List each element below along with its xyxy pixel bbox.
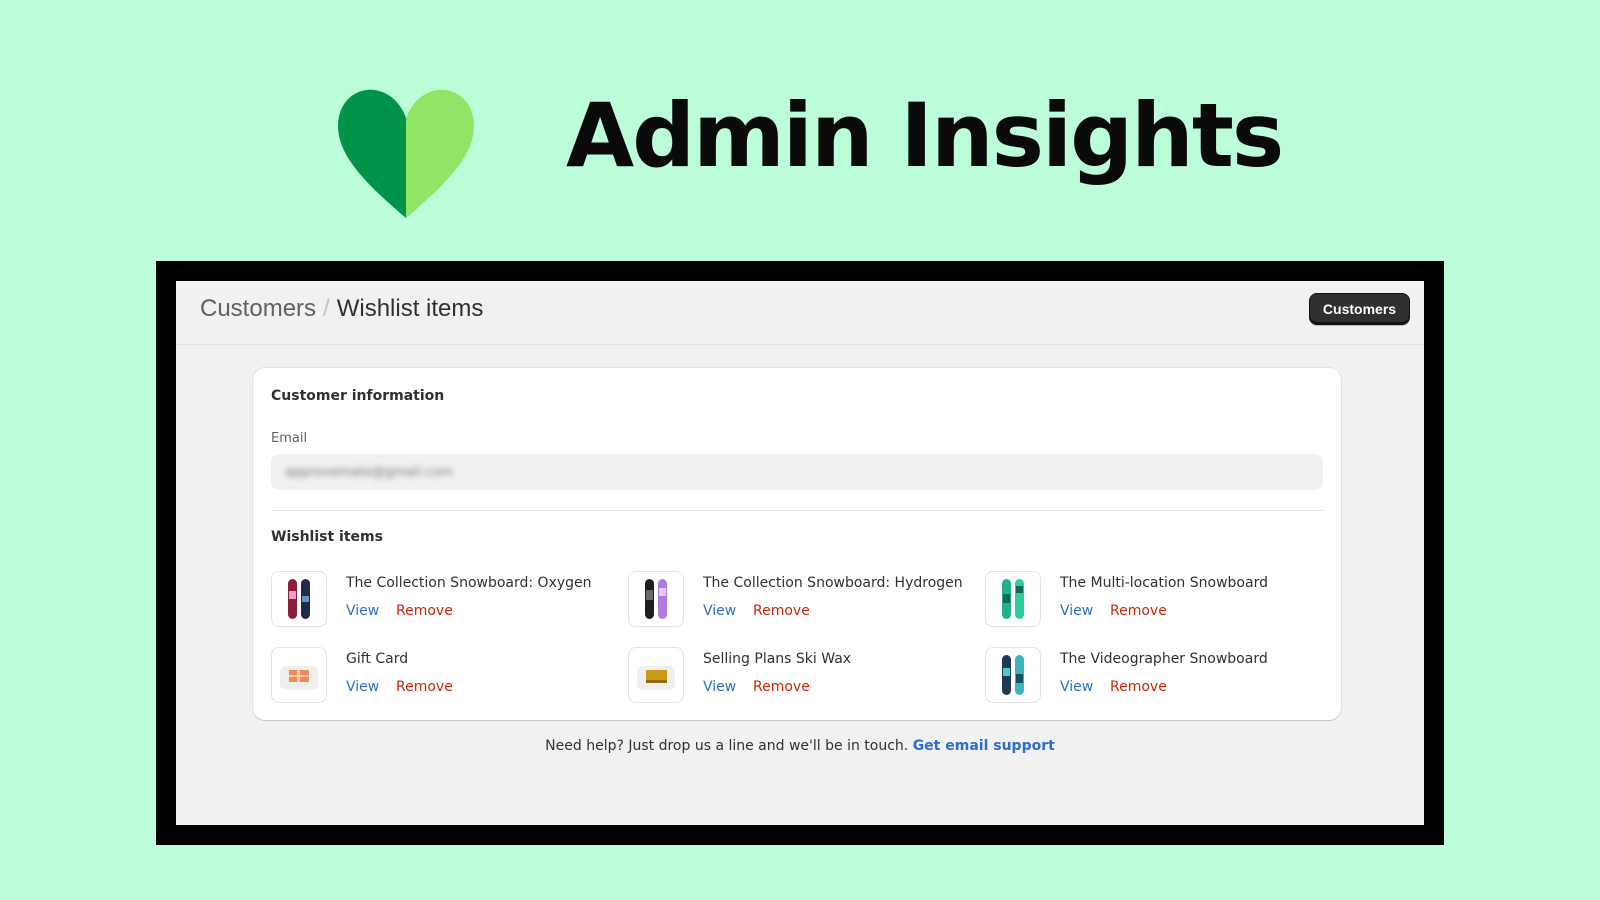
brand-title: Admin Insights	[566, 84, 1284, 187]
heart-icon	[338, 89, 474, 218]
wishlist-item: Selling Plans Ski Wax View Remove	[628, 647, 968, 705]
snowboard-icon	[628, 571, 684, 627]
view-link[interactable]: View	[1060, 679, 1093, 695]
view-link[interactable]: View	[703, 679, 736, 695]
view-link[interactable]: View	[1060, 603, 1093, 619]
remove-link[interactable]: Remove	[753, 603, 810, 619]
snowboard-icon	[985, 571, 1041, 627]
wishlist-item-name: The Collection Snowboard: Hydrogen	[703, 575, 963, 591]
customer-card: Customer information Email approvemate@g…	[253, 368, 1341, 720]
email-support-link[interactable]: Get email support	[913, 738, 1055, 754]
breadcrumb: Customers / Wishlist items	[200, 295, 483, 323]
breadcrumb-separator: /	[323, 295, 330, 322]
wishlist-grid: The Collection Snowboard: Oxygen View Re…	[271, 571, 1331, 711]
screenshot-frame: Customers / Wishlist items Customers Custo…	[156, 261, 1444, 845]
email-value: approvemate@gmail.com	[285, 464, 453, 480]
wishlist-item-name: Gift Card	[346, 651, 409, 667]
help-text: Need help? Just drop us a line and we'll…	[545, 738, 909, 754]
remove-link[interactable]: Remove	[1110, 679, 1167, 695]
remove-link[interactable]: Remove	[753, 679, 810, 695]
remove-link[interactable]: Remove	[1110, 603, 1167, 619]
wishlist-item-name: The Multi-location Snowboard	[1060, 575, 1268, 591]
wishlist-item: The Collection Snowboard: Hydrogen View …	[628, 571, 968, 629]
view-link[interactable]: View	[346, 679, 379, 695]
remove-link[interactable]: Remove	[396, 679, 453, 695]
email-label: Email	[271, 431, 308, 446]
wishlist-item-name: The Videographer Snowboard	[1060, 651, 1268, 667]
help-footer: Need help? Just drop us a line and we'll…	[176, 738, 1424, 754]
view-link[interactable]: View	[703, 603, 736, 619]
wishlist-items-heading: Wishlist items	[271, 529, 383, 545]
ski-wax-icon	[628, 647, 684, 703]
breadcrumb-customers-link[interactable]: Customers	[200, 295, 316, 322]
customer-information-heading: Customer information	[271, 388, 445, 404]
gift-card-icon	[271, 647, 327, 703]
snowboard-icon	[271, 571, 327, 627]
remove-link[interactable]: Remove	[396, 603, 453, 619]
wishlist-item: The Multi-location Snowboard View Remove	[985, 571, 1325, 629]
page-title: Wishlist items	[336, 295, 484, 322]
page-header: Customers / Wishlist items Customers	[176, 281, 1424, 345]
view-link[interactable]: View	[346, 603, 379, 619]
customers-button[interactable]: Customers	[1309, 293, 1410, 325]
section-divider	[271, 510, 1323, 511]
hero-banner: Admin Insights	[0, 0, 1600, 260]
wishlist-item: The Collection Snowboard: Oxygen View Re…	[271, 571, 611, 629]
wishlist-item: Gift Card View Remove	[271, 647, 611, 705]
email-field[interactable]: approvemate@gmail.com	[271, 454, 1323, 490]
wishlist-item-name: The Collection Snowboard: Oxygen	[346, 575, 592, 591]
wishlist-item: The Videographer Snowboard View Remove	[985, 647, 1325, 705]
wishlist-item-name: Selling Plans Ski Wax	[703, 651, 852, 667]
admin-page: Customers / Wishlist items Customers Custo…	[176, 281, 1424, 825]
snowboard-icon	[985, 647, 1041, 703]
